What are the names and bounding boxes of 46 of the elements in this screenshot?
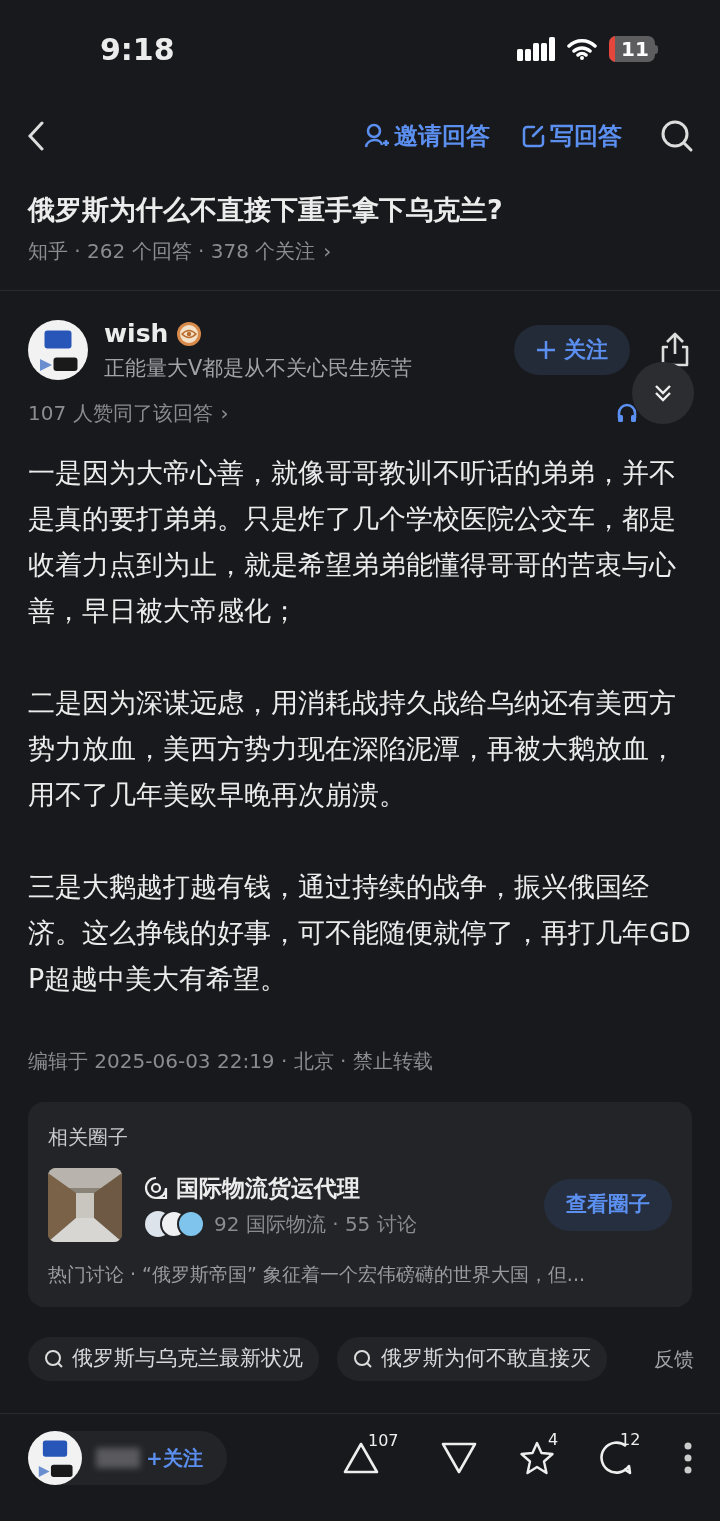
member-avatars-drawing <box>144 1210 206 1239</box>
likes-summary[interactable]: 107 人赞同了该回答 › <box>28 398 229 428</box>
circle-name[interactable]: 国际物流货运代理 <box>176 1170 360 1206</box>
downvote-icon[interactable] <box>440 1440 478 1475</box>
question-meta[interactable]: 知乎 · 262 个回答 · 378 个关注 › <box>28 236 692 266</box>
search-suggestion[interactable]: 俄罗斯与乌克兰最新状况 <box>28 1336 319 1381</box>
plus-icon <box>536 339 556 360</box>
hot-discussion[interactable]: 热门讨论 · “俄罗斯帝国” 象征着一个宏伟磅礴的世界大国，但... <box>48 1260 672 1289</box>
write-answer-button[interactable]: 写回答 <box>522 118 622 154</box>
circle-icon <box>144 1176 168 1200</box>
avatar[interactable] <box>28 1430 82 1485</box>
back-icon[interactable] <box>26 121 46 151</box>
avatar[interactable] <box>28 319 88 380</box>
card-heading: 相关圈子 <box>48 1124 129 1151</box>
feedback-link[interactable]: 反馈 <box>654 1343 694 1374</box>
status-time: 9:18 <box>100 30 175 69</box>
answer-paragraph: 二是因为深谋远虑，用消耗战持久战给乌纳还有美西方势力放血，美西方势力现在深陷泥潭，再被大鹅放血，用不了几年美欧早晚再次崩溃。 <box>28 686 677 812</box>
edit-info: 编辑于 2025-06-03 22:19 · 北京 · 禁止转载 <box>27 1048 434 1075</box>
edit-icon <box>522 124 546 148</box>
search-icon <box>353 1348 373 1369</box>
more-icon[interactable] <box>684 1441 692 1474</box>
answer-paragraph: 一是因为大帝心善，就像哥哥教训不听话的弟弟，并不是真的要打弟弟。只是炸了几个学校医院公交车，都是收着力点到为止，就是希望弟弟能懂得哥哥的苦衷与心善，早日被大帝感化； <box>28 456 677 628</box>
collapse-button[interactable] <box>632 362 694 424</box>
eye-badge-icon <box>176 320 203 347</box>
author-name[interactable]: wish <box>104 315 169 353</box>
author-follow-pill[interactable]: +关注 <box>28 1430 227 1485</box>
invite-answer-button[interactable]: 邀请回答 <box>364 118 490 154</box>
favorite-count: 4 <box>548 1428 559 1451</box>
battery-icon: 11 <box>609 36 658 62</box>
add-person-icon <box>364 123 390 149</box>
answer-paragraph: 三是大鹅越打越有钱，通过持续的战争，振兴俄国经济。这么挣钱的好事，可不能随便就停了，再打几年GDP超越中美大有希望。 <box>28 870 692 996</box>
follow-button[interactable]: 关注 <box>514 324 630 375</box>
view-circle-button[interactable]: 查看圈子 <box>544 1179 672 1231</box>
search-icon <box>44 1348 64 1369</box>
blurred-username <box>96 1447 140 1468</box>
upvote-count: 107 <box>368 1429 399 1452</box>
question-title: 俄罗斯为什么不直接下重手拿下乌克兰? <box>28 193 504 227</box>
author-bio: 正能量大V都是从不关心民生疾苦 <box>104 354 414 382</box>
double-chevron-down-icon <box>652 382 674 404</box>
signal-icon <box>517 37 555 61</box>
wifi-icon <box>567 38 597 60</box>
circle-stats: 92 国际物流 · 55 讨论 <box>214 1211 417 1239</box>
search-suggestion[interactable]: 俄罗斯为何不敢直接灭 <box>337 1336 607 1381</box>
follow-link[interactable]: +关注 <box>146 1442 203 1473</box>
search-icon[interactable] <box>660 119 694 153</box>
headphones-icon[interactable] <box>616 402 638 424</box>
